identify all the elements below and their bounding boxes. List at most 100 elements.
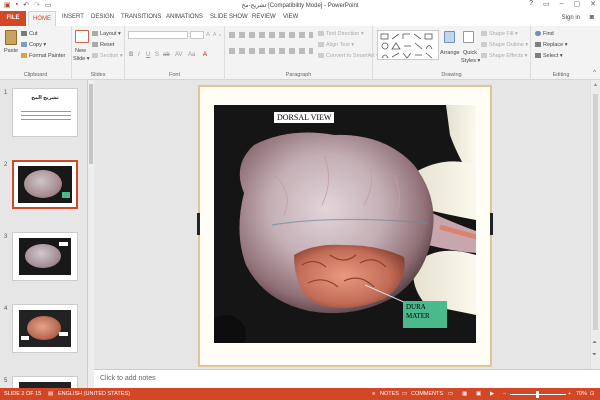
title-bar: ▣ ▪ ↶ ↷ ▭ تشريح-مخ [Compatibility Mode] … [0, 0, 600, 11]
increase-font-icon[interactable]: A [206, 32, 210, 38]
spelling-icon[interactable]: ▤ [48, 391, 53, 397]
help-icon[interactable]: ? [529, 0, 533, 8]
shape-fill-button[interactable]: Shape Fill ▾ [481, 31, 518, 37]
scrollbar-thumb[interactable] [89, 84, 93, 164]
notes-pane[interactable]: Click to add notes [94, 369, 600, 388]
slide-thumbnail-4[interactable] [12, 304, 78, 353]
layout-icon [92, 31, 98, 37]
quick-styles-button[interactable]: Quick [463, 50, 477, 56]
slideshow-view-icon[interactable]: ▶ [490, 391, 494, 397]
underline-icon[interactable]: U [146, 52, 150, 58]
scroll-up-icon[interactable]: ▲ [593, 82, 598, 88]
text-direction-button[interactable]: Text Direction ▾ [318, 31, 364, 37]
bullets-icon[interactable] [229, 32, 313, 38]
maximize-button[interactable]: ▢ [574, 0, 581, 8]
paste-button[interactable]: Paste [4, 48, 18, 54]
tab-view[interactable]: VIEW [283, 14, 298, 20]
arrange-button[interactable]: Arrange [440, 50, 460, 56]
scrollbar-thumb[interactable] [593, 94, 598, 330]
alignment-icons[interactable] [229, 48, 313, 54]
zoom-slider[interactable] [510, 391, 566, 398]
comments-toggle[interactable]: COMMENTS [411, 391, 443, 397]
slide-thumbnail-3[interactable] [12, 232, 78, 281]
replace-button[interactable]: Replace ▾ [535, 42, 567, 48]
change-case-icon[interactable]: Aa [188, 52, 195, 58]
clear-format-icon[interactable]: ℴ [219, 32, 221, 38]
shape-outline-button[interactable]: Shape Outline ▾ [481, 42, 528, 48]
align-text-icon [318, 42, 324, 48]
bold-icon[interactable]: B [129, 52, 133, 58]
zoom-in-icon[interactable]: + [568, 391, 571, 397]
new-slide-button[interactable]: New [75, 48, 86, 54]
convert-smartart-button[interactable]: Convert to SmartArt ▾ [318, 53, 379, 59]
shape-effects-button[interactable]: Shape Effects ▾ [481, 53, 527, 59]
font-name-box[interactable] [128, 31, 188, 39]
slide-thumbnail-1[interactable]: تشريح المخ [12, 88, 78, 137]
account-icon[interactable]: ◙ [590, 14, 594, 21]
reset-button[interactable]: Reset [92, 42, 114, 48]
minimize-button[interactable]: – [560, 0, 564, 8]
find-button[interactable]: Find [535, 31, 554, 37]
shadow-icon[interactable]: S [155, 52, 159, 58]
brain-photo: DORSAL VIEW DURA MATER [214, 105, 476, 343]
thumbnail-number: 2 [4, 162, 8, 168]
tab-home[interactable]: HOME [28, 11, 56, 26]
copy-button[interactable]: Copy ▾ [21, 42, 46, 48]
format-painter-button[interactable]: Format Painter [21, 53, 65, 59]
zoom-out-icon[interactable]: − [503, 391, 506, 397]
slide-thumbnail-5[interactable] [12, 376, 78, 389]
normal-view-icon[interactable]: ▭ [448, 391, 453, 397]
sign-in-link[interactable]: Sign in [562, 15, 580, 21]
layout-button[interactable]: Layout ▾ [92, 31, 121, 37]
cut-button[interactable]: Cut [21, 31, 38, 37]
strikethrough-icon[interactable]: ab [163, 52, 170, 58]
new-slide-icon[interactable] [75, 30, 89, 43]
notes-placeholder: Click to add notes [100, 375, 156, 382]
group-editing: Find Replace ▾ Select ▾ Editing [531, 26, 591, 80]
align-text-button[interactable]: Align Text ▾ [318, 42, 354, 48]
font-size-box[interactable] [190, 31, 204, 39]
character-spacing-icon[interactable]: AV [175, 52, 183, 58]
slide-scrollbar[interactable]: ▲ ⏶ ⏷ [590, 80, 600, 369]
tab-transitions[interactable]: TRANSITIONS [121, 14, 161, 20]
thumbnail-brain-image [19, 310, 71, 347]
slide-sorter-icon[interactable]: ▦ [462, 391, 467, 397]
language-indicator[interactable]: ENGLISH (UNITED STATES) [58, 391, 130, 397]
quick-styles-icon[interactable] [463, 31, 474, 43]
italic-icon[interactable]: I [138, 52, 140, 58]
tab-file[interactable]: FILE [0, 11, 26, 26]
tab-animations[interactable]: ANIMATIONS [166, 14, 203, 20]
thumbnail-scrollbar[interactable] [88, 80, 94, 388]
decrease-font-icon[interactable]: A [213, 32, 216, 38]
select-button[interactable]: Select ▾ [535, 53, 563, 59]
quick-styles-button-line2[interactable]: Styles ▾ [461, 58, 480, 64]
next-slide-icon[interactable]: ⏷ [592, 352, 597, 359]
shapes-gallery[interactable] [377, 30, 439, 60]
ribbon-display-icon[interactable]: ▭ [543, 0, 550, 8]
previous-slide-icon[interactable]: ⏶ [592, 340, 597, 347]
slide-canvas[interactable]: DORSAL VIEW DURA MATER [197, 85, 493, 367]
notes-toggle[interactable]: NOTES [380, 391, 399, 397]
reading-view-icon[interactable]: ▣ [476, 391, 481, 397]
tab-review[interactable]: REVIEW [252, 14, 276, 20]
scissors-icon [21, 31, 27, 37]
tab-insert[interactable]: INSERT [62, 14, 84, 20]
tab-design[interactable]: DESIGN [91, 14, 114, 20]
close-button[interactable]: ✕ [590, 0, 596, 8]
tab-slide-show[interactable]: SLIDE SHOW [210, 14, 248, 20]
slide-thumbnail-panel: 1 تشريح المخ 2 3 4 5 [0, 80, 88, 389]
zoom-slider-thumb[interactable] [536, 391, 539, 398]
slide-thumbnail-2[interactable] [12, 160, 78, 209]
window-title: تشريح-مخ [Compatibility Mode] - PowerPoi… [241, 3, 359, 9]
section-button[interactable]: Section ▾ [92, 53, 123, 59]
arrange-icon[interactable] [444, 31, 455, 43]
collapse-ribbon-icon[interactable]: ^ [593, 70, 596, 76]
reset-icon [92, 42, 98, 48]
paste-icon[interactable] [5, 30, 17, 45]
fit-slide-icon[interactable]: ⊡ [590, 391, 595, 397]
font-color-icon[interactable]: A [203, 52, 207, 58]
new-slide-button-line2[interactable]: Slide ▾ [73, 56, 90, 62]
zoom-level[interactable]: 70% [576, 391, 587, 397]
group-paragraph: Text Direction ▾ Align Text ▾ Convert to… [225, 26, 379, 80]
ribbon-tabs: FILE HOME INSERT DESIGN TRANSITIONS ANIM… [0, 11, 600, 26]
